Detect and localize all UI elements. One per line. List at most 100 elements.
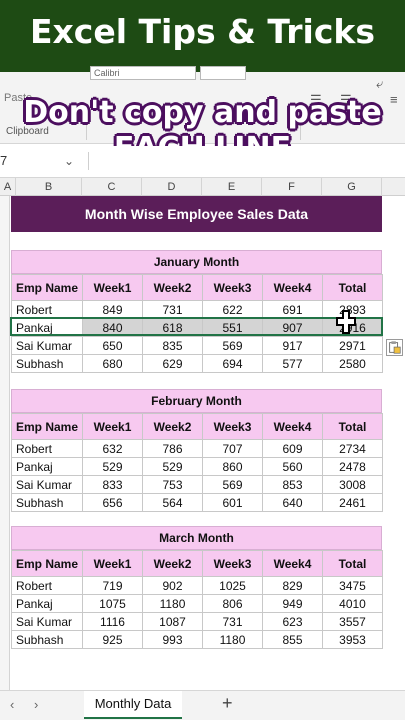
cell[interactable]: 656 — [82, 493, 143, 512]
cell[interactable]: 2478 — [322, 457, 383, 476]
cell[interactable]: 569 — [202, 336, 263, 355]
cell[interactable]: 609 — [262, 439, 323, 458]
cell[interactable]: 629 — [142, 354, 203, 373]
cell[interactable]: 849 — [82, 300, 143, 319]
cell[interactable]: 601 — [202, 493, 263, 512]
cell[interactable]: 560 — [262, 457, 323, 476]
header-cell[interactable]: Week1 — [82, 274, 143, 301]
cell[interactable]: 3557 — [322, 612, 383, 631]
sheet-title[interactable]: Month Wise Employee Sales Data — [11, 196, 382, 232]
header-cell[interactable]: Week2 — [142, 413, 203, 440]
cell[interactable]: 753 — [142, 475, 203, 494]
column-header-c[interactable]: C — [82, 178, 142, 196]
cell[interactable]: 577 — [262, 354, 323, 373]
header-cell[interactable]: Emp Name — [11, 274, 83, 301]
chevron-left-icon[interactable]: ‹ — [10, 697, 14, 712]
font-name-dropdown[interactable]: Calibri — [90, 66, 196, 80]
cell[interactable]: Pankaj — [11, 594, 83, 613]
month-title-february[interactable]: February Month — [11, 389, 382, 413]
cell[interactable]: 855 — [262, 630, 323, 649]
cell[interactable]: 917 — [262, 336, 323, 355]
cell[interactable]: 1025 — [202, 576, 263, 595]
cell[interactable]: 902 — [142, 576, 203, 595]
cell[interactable]: 623 — [262, 612, 323, 631]
cell[interactable]: Sai Kumar — [11, 336, 83, 355]
cell[interactable]: 829 — [262, 576, 323, 595]
cell[interactable]: 835 — [142, 336, 203, 355]
cell[interactable]: 1116 — [82, 612, 143, 631]
header-cell[interactable]: Total — [322, 413, 383, 440]
column-header-a[interactable]: A — [0, 178, 16, 196]
cell[interactable]: Sai Kumar — [11, 475, 83, 494]
cell[interactable]: Robert — [11, 439, 83, 458]
cell[interactable]: 925 — [82, 630, 143, 649]
cell[interactable]: 806 — [202, 594, 263, 613]
header-cell[interactable]: Week2 — [142, 550, 203, 577]
header-cell[interactable]: Week3 — [202, 550, 263, 577]
cell[interactable]: 731 — [142, 300, 203, 319]
column-header-e[interactable]: E — [202, 178, 262, 196]
header-cell[interactable]: Emp Name — [11, 550, 83, 577]
cell[interactable]: 632 — [82, 439, 143, 458]
cell[interactable]: 1087 — [142, 612, 203, 631]
chevron-down-icon[interactable]: ⌄ — [64, 150, 74, 172]
header-cell[interactable]: Week3 — [202, 413, 263, 440]
cell[interactable]: 551 — [202, 318, 263, 337]
cell[interactable]: 1075 — [82, 594, 143, 613]
add-sheet-button[interactable]: + — [222, 693, 233, 714]
wrap-text-icon[interactable]: ⤶ — [376, 76, 383, 92]
cell[interactable]: 650 — [82, 336, 143, 355]
cell[interactable]: 1180 — [142, 594, 203, 613]
cell[interactable]: Robert — [11, 300, 83, 319]
cell[interactable]: 622 — [202, 300, 263, 319]
cell[interactable]: 3953 — [322, 630, 383, 649]
header-cell[interactable]: Week3 — [202, 274, 263, 301]
header-cell[interactable]: Total — [322, 550, 383, 577]
cell[interactable]: 853 — [262, 475, 323, 494]
cell[interactable]: Subhash — [11, 630, 83, 649]
cell[interactable]: 993 — [142, 630, 203, 649]
cell[interactable]: 833 — [82, 475, 143, 494]
header-cell[interactable]: Week4 — [262, 550, 323, 577]
column-header-b[interactable]: B — [16, 178, 82, 196]
header-cell[interactable]: Emp Name — [11, 413, 83, 440]
cell[interactable]: 840 — [82, 318, 143, 337]
cell[interactable]: 564 — [142, 493, 203, 512]
header-cell[interactable]: Total — [322, 274, 383, 301]
header-cell[interactable]: Week1 — [82, 550, 143, 577]
cell[interactable]: 707 — [202, 439, 263, 458]
header-cell[interactable]: Week4 — [262, 274, 323, 301]
column-header-g[interactable]: G — [322, 178, 382, 196]
column-header-f[interactable]: F — [262, 178, 322, 196]
cell[interactable]: Pankaj — [11, 457, 83, 476]
sheet-tab-monthly-data[interactable]: Monthly Data — [84, 691, 182, 719]
cell[interactable]: 618 — [142, 318, 203, 337]
paste-options-icon[interactable] — [386, 339, 403, 356]
cell[interactable]: Pankaj — [11, 318, 83, 337]
cell[interactable]: Subhash — [11, 354, 83, 373]
cell[interactable]: 3008 — [322, 475, 383, 494]
cell[interactable]: 640 — [262, 493, 323, 512]
cell[interactable]: 786 — [142, 439, 203, 458]
font-size-dropdown[interactable] — [200, 66, 246, 80]
cell[interactable]: 949 — [262, 594, 323, 613]
cell[interactable]: 1180 — [202, 630, 263, 649]
column-header-d[interactable]: D — [142, 178, 202, 196]
cell[interactable]: Subhash — [11, 493, 83, 512]
chevron-right-icon[interactable]: › — [34, 697, 38, 712]
cell[interactable]: 2734 — [322, 439, 383, 458]
cell[interactable]: 907 — [262, 318, 323, 337]
cell[interactable]: 529 — [142, 457, 203, 476]
month-title-january[interactable]: January Month — [11, 250, 382, 274]
cell[interactable]: 529 — [82, 457, 143, 476]
cell[interactable]: 691 — [262, 300, 323, 319]
cell[interactable]: 680 — [82, 354, 143, 373]
header-cell[interactable]: Week2 — [142, 274, 203, 301]
cell[interactable]: Sai Kumar — [11, 612, 83, 631]
cell[interactable]: 731 — [202, 612, 263, 631]
cell[interactable]: 719 — [82, 576, 143, 595]
cell[interactable]: 860 — [202, 457, 263, 476]
header-cell[interactable]: Week1 — [82, 413, 143, 440]
cell[interactable]: 3475 — [322, 576, 383, 595]
month-title-march[interactable]: March Month — [11, 526, 382, 550]
